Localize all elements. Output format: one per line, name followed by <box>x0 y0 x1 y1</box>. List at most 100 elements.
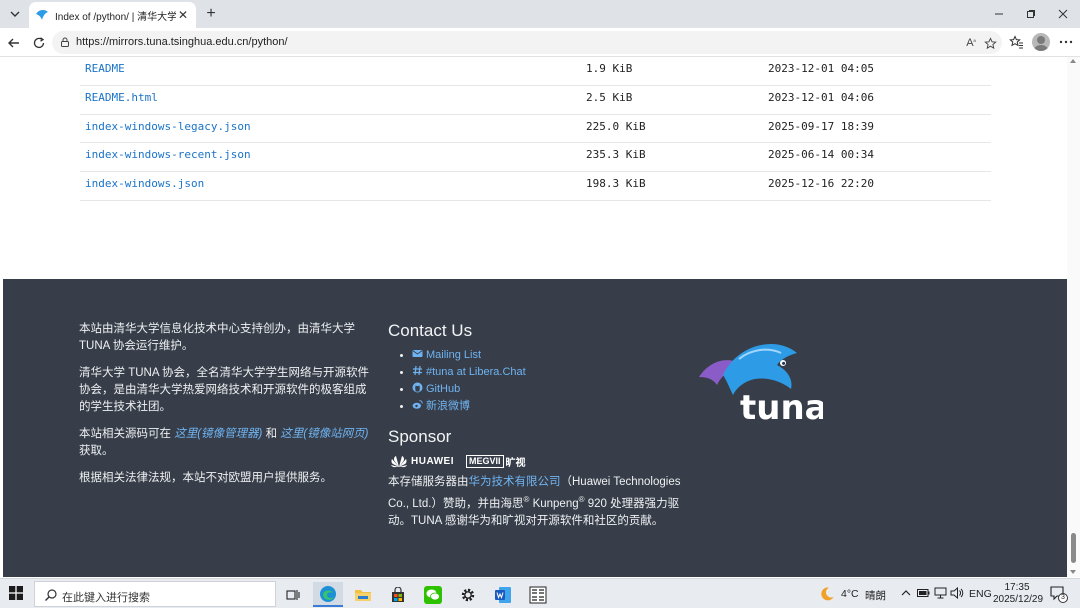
battery-icon[interactable] <box>917 588 930 598</box>
weather-description[interactable]: 晴朗 <box>865 588 886 603</box>
maximize-button[interactable] <box>1019 4 1043 24</box>
file-size: 1.9 KiB <box>586 62 633 75</box>
file-name-link[interactable]: index-windows-recent.json <box>85 148 251 161</box>
chevron-up-icon[interactable] <box>901 589 911 597</box>
minimize-button[interactable] <box>987 4 1011 24</box>
system-clock[interactable]: 17:35 2025/12/29 <box>993 582 1043 606</box>
file-name-link[interactable]: README <box>85 62 125 75</box>
taskbar-app-word[interactable] <box>488 582 518 607</box>
table-row: README 1.9 KiB 2023-12-01 04:05 <box>80 57 991 86</box>
minimize-icon <box>995 13 1003 15</box>
page-viewport: README 1.9 KiB 2023-12-01 04:05 README.html… <box>0 57 1067 577</box>
taskbar-app-store[interactable] <box>383 582 413 607</box>
about-paragraph: 清华大学 TUNA 协会，全名清华大学学生网络与开源软件协会，是由清华大学热爱网… <box>79 367 370 413</box>
contact-item-github[interactable]: GitHub <box>400 381 688 398</box>
more-menu-button[interactable] <box>1057 33 1075 51</box>
taskbar-search-box[interactable]: 在此键入进行搜索 <box>34 581 276 607</box>
windows-taskbar: 在此键入进行搜索 4°C 晴朗 ENG 17:35 2025/12/29 3 <box>0 578 1080 608</box>
profile-avatar[interactable] <box>1032 33 1050 51</box>
megvii-wordmark: MEGVII <box>466 454 504 468</box>
search-icon <box>45 589 57 601</box>
windows-start-icon[interactable] <box>9 586 23 600</box>
file-size: 198.3 KiB <box>586 177 646 191</box>
huawei-link[interactable]: 华为技术有限公司 <box>469 476 561 488</box>
tab-title: Index of /python/ | 清华大学开源软件镜像站 <box>55 11 176 23</box>
edge-browser-icon <box>320 585 336 602</box>
contact-item-weibo[interactable]: 新浪微博 <box>400 398 688 415</box>
gear-icon <box>461 588 475 601</box>
page-scrollbar[interactable] <box>1067 57 1080 577</box>
tuna-logo-text: tuna <box>740 388 823 427</box>
sponsor-description: 本存储服务器由华为技术有限公司（Huawei Technologies Co.,… <box>388 474 688 530</box>
sponsor-logos: HUAWEI MEGVII 旷视 <box>390 453 688 469</box>
taskbar-app-wechat[interactable] <box>418 582 448 607</box>
new-tab-button[interactable]: + <box>202 5 220 23</box>
megvii-cn-wordmark: 旷视 <box>505 457 526 469</box>
favorite-star-icon[interactable] <box>982 35 998 51</box>
contact-label[interactable]: Mailing List <box>426 349 481 361</box>
volume-icon[interactable] <box>950 587 964 599</box>
legal-notice: 根据相关法律法规，本站不对欧盟用户提供服务。 <box>79 472 332 484</box>
input-method-indicator[interactable]: ENG <box>969 588 992 600</box>
sponsor-text: Kunpeng <box>529 497 579 510</box>
lock-icon[interactable] <box>59 36 71 48</box>
contact-list: Mailing List #tuna at Libera.Chat GitHub… <box>400 347 688 415</box>
file-date: 2025-06-14 00:34 <box>768 148 874 162</box>
file-name-link[interactable]: index-windows-legacy.json <box>85 120 251 133</box>
search-placeholder: 在此键入进行搜索 <box>62 592 150 604</box>
huawei-flower-icon <box>391 455 407 467</box>
store-bag-icon <box>392 586 404 602</box>
read-aloud-icon[interactable]: Aª <box>963 35 979 51</box>
hashtag-icon <box>413 365 422 376</box>
envelope-icon <box>412 350 423 357</box>
weather-moon-icon[interactable] <box>819 586 835 602</box>
scroll-down-arrow-icon[interactable] <box>1070 570 1076 574</box>
source-code-paragraph: 本站相关源码可在 这里(镜像管理器) 和 这里(镜像站网页) 获取。 <box>79 426 374 460</box>
tab-list-button[interactable] <box>4 3 26 25</box>
source-code-text: 和 <box>262 428 281 440</box>
close-window-button[interactable] <box>1051 4 1075 24</box>
huawei-wordmark: HUAWEI <box>411 455 454 467</box>
refresh-button[interactable] <box>28 32 50 54</box>
file-name-link[interactable]: index-windows.json <box>85 177 204 190</box>
restore-icon <box>1027 10 1035 18</box>
favorites-button[interactable] <box>1007 33 1025 51</box>
mirror-web-link[interactable]: 这里(镜像站网页) <box>280 428 368 440</box>
table-row: index-windows.json 198.3 KiB 2025-12-16 22… <box>80 172 991 201</box>
scrollbar-thumb[interactable] <box>1071 533 1076 563</box>
table-row: index-windows-recent.json 235.3 KiB 2025-0… <box>80 143 991 173</box>
file-listing-table: README 1.9 KiB 2023-12-01 04:05 README.html… <box>80 57 991 201</box>
task-view-button[interactable] <box>278 582 308 607</box>
contact-label[interactable]: GitHub <box>426 383 460 395</box>
contact-label[interactable]: #tuna at Libera.Chat <box>426 366 526 378</box>
browser-tab[interactable]: Index of /python/ | 清华大学开源软件镜像站 ✕ <box>29 2 196 28</box>
wechat-icon <box>424 585 442 604</box>
back-button[interactable] <box>3 32 25 54</box>
source-code-text: 获取。 <box>79 445 114 457</box>
url-text[interactable]: https://mirrors.tuna.tsinghua.edu.cn/pyt… <box>76 36 288 48</box>
address-bar[interactable]: https://mirrors.tuna.tsinghua.edu.cn/pyt… <box>52 31 1002 54</box>
network-icon[interactable] <box>934 587 947 599</box>
contact-item-irc[interactable]: #tuna at Libera.Chat <box>400 364 688 381</box>
taskbar-app-dict[interactable] <box>523 582 553 607</box>
huawei-logo[interactable]: HUAWEI <box>390 455 454 468</box>
arrow-left-icon <box>8 38 19 48</box>
refresh-icon <box>33 37 45 49</box>
contact-item-mailing-list[interactable]: Mailing List <box>400 347 688 364</box>
close-icon[interactable]: ✕ <box>176 8 190 22</box>
megvii-logo[interactable]: MEGVII 旷视 <box>466 454 526 469</box>
browser-toolbar: https://mirrors.tuna.tsinghua.edu.cn/pyt… <box>0 28 1080 57</box>
taskbar-app-settings[interactable] <box>453 582 483 607</box>
mirror-manager-link[interactable]: 这里(镜像管理器) <box>174 428 262 440</box>
contact-label[interactable]: 新浪微博 <box>426 400 470 412</box>
tuna-logo: tuna <box>699 344 823 427</box>
clock-time: 17:35 <box>1004 582 1030 593</box>
table-row: index-windows-legacy.json 225.0 KiB 2025-0… <box>80 115 991 144</box>
taskbar-app-edge[interactable] <box>313 582 343 607</box>
file-name-link[interactable]: README.html <box>85 91 158 104</box>
taskbar-app-explorer[interactable] <box>348 582 378 607</box>
about-paragraph: 本站由清华大学信息化技术中心支持创办，由清华大学 TUNA 协会运行维护。 <box>79 323 355 352</box>
scroll-up-arrow-icon[interactable] <box>1070 59 1076 63</box>
task-view-icon <box>286 589 300 600</box>
weather-temperature[interactable]: 4°C <box>841 588 859 600</box>
